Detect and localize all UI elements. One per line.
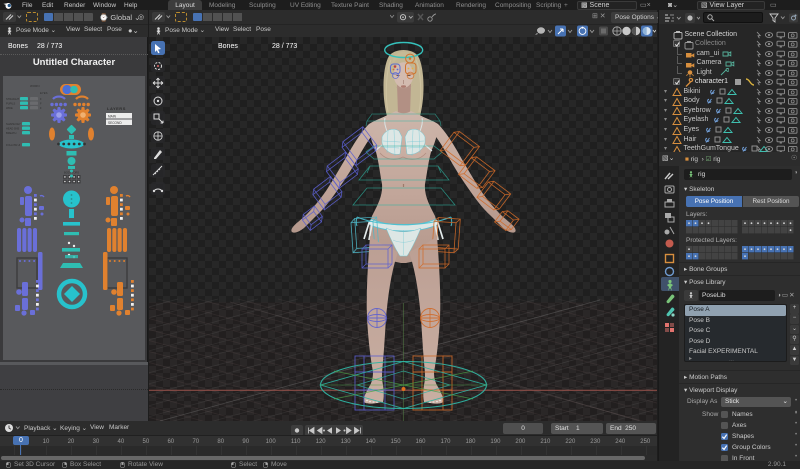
svg-text:WIDE: WIDE (6, 106, 13, 110)
svg-text:BREATH: BREATH (6, 131, 16, 135)
svg-text:HEAD SNS: HEAD SNS (6, 127, 20, 131)
svg-text:MAIN: MAIN (108, 115, 117, 119)
svg-text:WORN: WORN (30, 84, 40, 88)
svg-text:FOLLOW UI: FOLLOW UI (6, 143, 21, 147)
svg-text:PUPILS: PUPILS (6, 102, 15, 106)
svg-text:STRAIGHT: STRAIGHT (6, 97, 20, 101)
svg-text:EYES: EYES (40, 91, 48, 95)
svg-text:LAYERS: LAYERS (107, 106, 126, 111)
svg-text:SHAPE KEY: SHAPE KEY (6, 122, 21, 126)
svg-text:SECOND: SECOND (108, 121, 122, 125)
